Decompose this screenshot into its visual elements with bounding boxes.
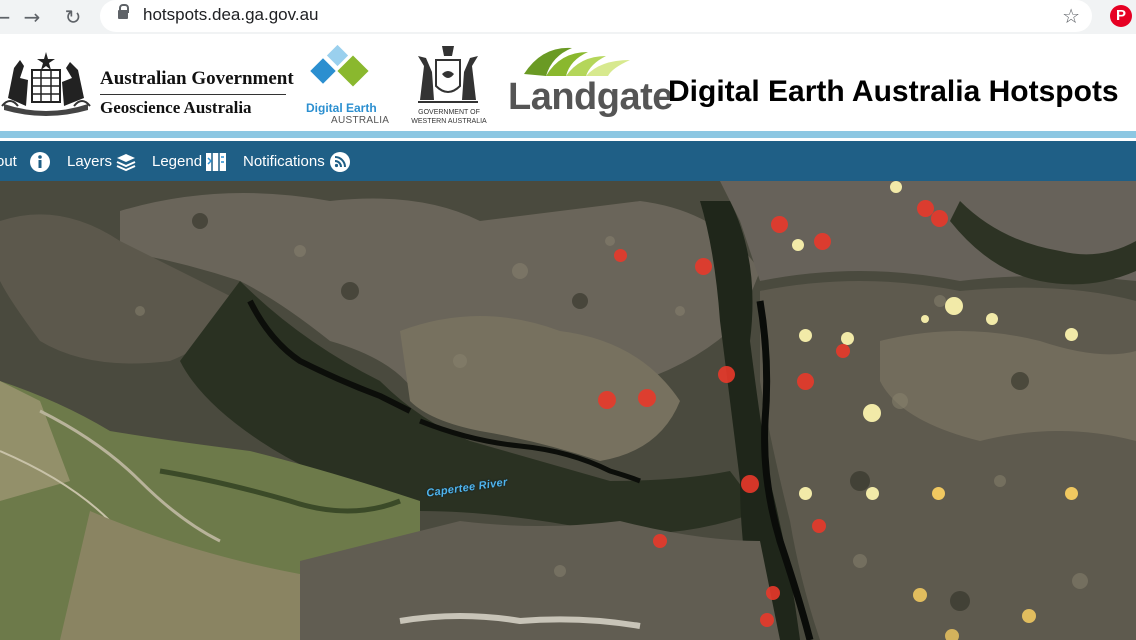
hotspot-marker[interactable] [799, 329, 812, 342]
landgate-logo-icon [524, 47, 630, 76]
back-arrow-icon[interactable]: ← [0, 5, 14, 29]
hotspot-marker[interactable] [1065, 487, 1078, 500]
hotspot-marker[interactable] [836, 344, 850, 358]
digital-earth-logo-icon [310, 44, 369, 87]
hotspot-marker[interactable] [760, 613, 774, 627]
star-icon[interactable]: ☆ [1062, 4, 1080, 28]
hotspot-marker[interactable] [792, 239, 804, 251]
hotspot-marker[interactable] [766, 586, 780, 600]
dea-name: Digital Earth [306, 101, 377, 115]
wa-line2: WESTERN AUSTRALIA [411, 118, 487, 125]
hotspot-marker[interactable] [718, 366, 735, 383]
nav-bar: out Layers Legend Notifications [0, 141, 1136, 181]
wa-line1: GOVERNMENT OF [418, 109, 480, 116]
hotspot-marker[interactable] [921, 315, 929, 323]
hotspot-marker[interactable] [890, 181, 902, 193]
gov-title: Australian Government [100, 68, 294, 89]
hotspot-marker[interactable] [695, 258, 712, 275]
layers-icon[interactable] [115, 152, 137, 172]
hotspot-marker[interactable] [913, 588, 927, 602]
lock-icon [118, 4, 129, 19]
browser-toolbar: ← → ↻ hotspots.dea.ga.gov.au ☆ P [0, 0, 1136, 34]
hotspot-marker[interactable] [799, 487, 812, 500]
rss-icon[interactable] [330, 152, 350, 172]
hotspot-marker[interactable] [638, 389, 656, 407]
hotspot-marker[interactable] [797, 373, 814, 390]
url-text[interactable]: hotspots.dea.ga.gov.au [143, 5, 319, 25]
dea-sub: AUSTRALIA [331, 115, 390, 126]
hotspot-marker[interactable] [863, 404, 881, 422]
hotspot-marker[interactable] [1065, 328, 1078, 341]
hotspot-marker[interactable] [653, 534, 667, 548]
info-icon[interactable] [30, 152, 50, 172]
satellite-imagery [0, 181, 1136, 640]
nav-about[interactable]: out [0, 153, 17, 170]
wa-crest-icon [418, 46, 478, 103]
divider [100, 94, 286, 95]
address-bar[interactable]: hotspots.dea.ga.gov.au ☆ [100, 0, 1092, 32]
pinterest-icon[interactable]: P [1110, 5, 1132, 27]
coat-of-arms-icon [1, 52, 91, 116]
reload-icon[interactable]: ↻ [61, 5, 85, 29]
hotspot-marker[interactable] [986, 313, 998, 325]
agency-title: Geoscience Australia [100, 98, 252, 117]
map-view[interactable]: Capertee River [0, 181, 1136, 640]
page-title: Digital Earth Australia Hotspots [668, 75, 1119, 108]
forward-arrow-icon[interactable]: → [20, 5, 44, 29]
site-header: Australian Government Geoscience Austral… [0, 34, 1136, 132]
hotspot-marker[interactable] [741, 475, 759, 493]
header-stripe [0, 131, 1136, 138]
hotspot-marker[interactable] [866, 487, 879, 500]
landgate-name: Landgate [508, 76, 673, 118]
hotspot-marker[interactable] [945, 297, 963, 315]
nav-layers[interactable]: Layers [67, 153, 112, 170]
hotspot-marker[interactable] [812, 519, 826, 533]
hotspot-marker[interactable] [771, 216, 788, 233]
hotspot-marker[interactable] [814, 233, 831, 250]
hotspot-marker[interactable] [1022, 609, 1036, 623]
nav-legend[interactable]: Legend [152, 153, 202, 170]
hotspot-marker[interactable] [614, 249, 627, 262]
legend-map-icon[interactable] [205, 152, 227, 172]
hotspot-marker[interactable] [931, 210, 948, 227]
nav-notifications[interactable]: Notifications [243, 153, 325, 170]
hotspot-marker[interactable] [932, 487, 945, 500]
hotspot-marker[interactable] [945, 629, 959, 640]
hotspot-marker[interactable] [598, 391, 616, 409]
